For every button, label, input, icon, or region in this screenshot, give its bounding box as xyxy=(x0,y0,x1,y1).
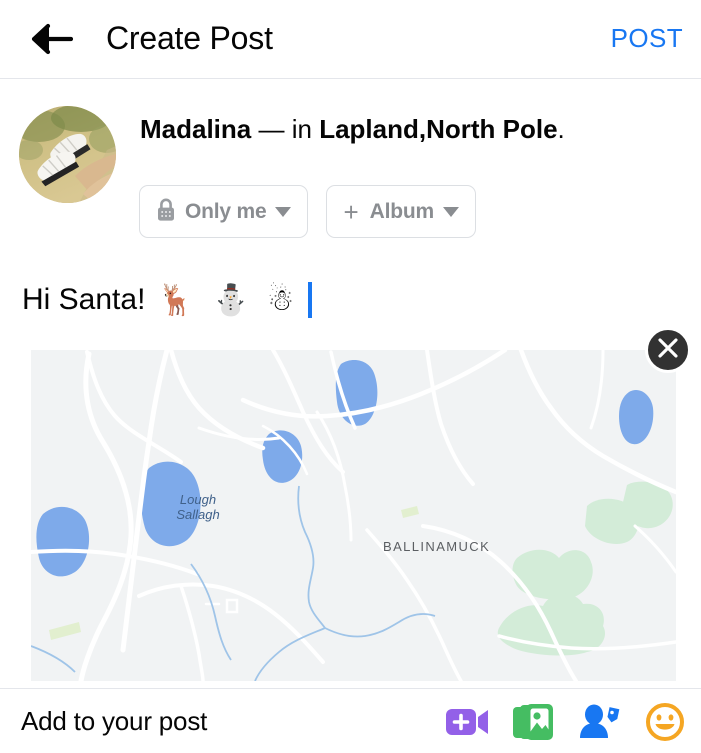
town-label: BALLINAMUCK xyxy=(383,539,491,554)
tag-person-icon[interactable] xyxy=(575,700,623,744)
album-chip-label: Album xyxy=(369,199,435,223)
composer-identity: Madalina — in Lapland,North Pole. Only m… xyxy=(0,79,701,259)
post-text: Hi Santa! xyxy=(22,283,146,316)
author-location-line: Madalina — in Lapland,North Pole. xyxy=(140,109,691,149)
location-name[interactable]: Lapland,North Pole xyxy=(319,114,557,144)
attachment-icon-tray xyxy=(443,689,689,753)
avatar-photo xyxy=(19,106,116,203)
add-to-post-label: Add to your post xyxy=(21,706,208,736)
plus-icon: + xyxy=(343,196,359,227)
smiley-icon[interactable] xyxy=(641,700,689,744)
chevron-down-icon xyxy=(442,206,459,217)
remove-attachment-button[interactable] xyxy=(645,327,691,373)
in-word: in xyxy=(291,114,312,144)
back-button[interactable] xyxy=(26,13,78,65)
lock-icon xyxy=(156,197,176,227)
arrow-left-icon xyxy=(31,22,73,56)
avatar[interactable] xyxy=(19,106,116,203)
close-icon xyxy=(657,337,679,364)
post-button[interactable]: POST xyxy=(611,12,683,64)
map-attachment[interactable]: i xyxy=(31,350,676,681)
author-name[interactable]: Madalina xyxy=(140,114,251,144)
lake-label-line2: Sallagh xyxy=(176,507,220,522)
name-dash: — xyxy=(258,114,285,144)
video-plus-icon[interactable] xyxy=(443,700,491,744)
map-canvas xyxy=(31,350,676,681)
lake-label: Lough Sallagh xyxy=(168,492,228,522)
add-to-post-bar: Add to your post xyxy=(0,688,701,753)
text-cursor xyxy=(308,282,313,318)
create-post-screen: Create Post POST Madalina — in Lapland,N… xyxy=(0,0,701,753)
chevron-down-icon xyxy=(275,206,292,217)
page-title: Create Post xyxy=(106,20,273,56)
lake-label-line1: Lough xyxy=(179,492,217,507)
post-emoji: 🦌 ⛄ ☃ xyxy=(157,282,299,318)
album-chip[interactable]: + Album xyxy=(326,185,476,238)
photo-gallery-icon[interactable] xyxy=(509,700,557,744)
privacy-chip-label: Only me xyxy=(185,199,267,223)
post-text-area[interactable]: Hi Santa! 🦌 ⛄ ☃ xyxy=(0,269,701,331)
privacy-chip[interactable]: Only me xyxy=(139,185,309,238)
app-header: Create Post POST xyxy=(0,0,701,79)
trailing-dot: . xyxy=(557,114,565,144)
composer-chips: Only me + Album xyxy=(139,185,476,238)
